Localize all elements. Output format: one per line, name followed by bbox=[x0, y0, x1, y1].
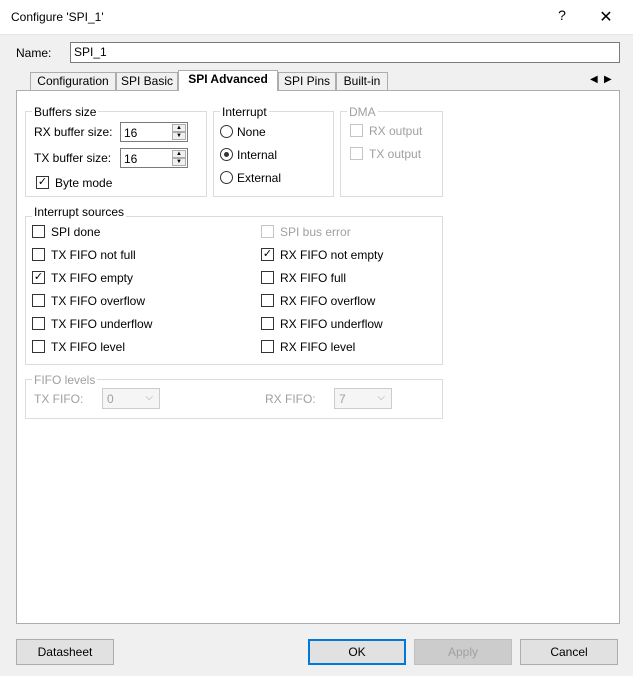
rx-buffer-value: 16 bbox=[124, 126, 138, 140]
byte-mode-checkbox[interactable]: ✓ bbox=[36, 176, 49, 189]
datasheet-button[interactable]: Datasheet bbox=[16, 639, 114, 665]
interrupt-title: Interrupt bbox=[220, 105, 269, 119]
rx-spin-up-icon[interactable]: ▲ bbox=[172, 124, 186, 132]
tx-fifo-underflow-checkbox[interactable] bbox=[32, 317, 45, 330]
interrupt-external-radio[interactable] bbox=[220, 171, 233, 184]
name-input[interactable]: SPI_1 bbox=[70, 42, 620, 63]
interrupt-none-label: None bbox=[237, 125, 266, 139]
title-bar: Configure 'SPI_1' ? ✕ bbox=[0, 0, 633, 35]
rx-fifo-level-checkbox[interactable] bbox=[261, 340, 274, 353]
interrupt-external-label: External bbox=[237, 171, 282, 185]
dma-rx-label: RX output bbox=[369, 124, 423, 138]
spi-bus-error-label: SPI bus error bbox=[280, 225, 351, 239]
rx-fifo-not-empty-checkbox[interactable]: ✓ bbox=[261, 248, 274, 261]
interrupt-sources-title: Interrupt sources bbox=[32, 205, 127, 219]
tx-fifo-level-value: 0 bbox=[107, 392, 114, 406]
tx-buffer-label: TX buffer size: bbox=[34, 151, 112, 165]
rx-buffer-label: RX buffer size: bbox=[34, 125, 113, 139]
fifo-levels-title: FIFO levels bbox=[32, 373, 98, 387]
tx-fifo-overflow-checkbox[interactable] bbox=[32, 294, 45, 307]
tx-fifo-level-checkbox[interactable] bbox=[32, 340, 45, 353]
tab-next-icon[interactable]: ▶ bbox=[604, 74, 612, 85]
tab-prev-icon[interactable]: ◀ bbox=[590, 74, 598, 85]
rx-fifo-level-label: RX FIFO level bbox=[280, 340, 356, 354]
interrupt-internal-radio[interactable] bbox=[220, 148, 233, 161]
rx-fifo-underflow-label: RX FIFO underflow bbox=[280, 317, 383, 331]
apply-button[interactable]: Apply bbox=[414, 639, 512, 665]
tx-fifo-level-select[interactable]: 0 ⌵ bbox=[102, 388, 160, 409]
ok-button[interactable]: OK bbox=[308, 639, 406, 665]
tab-configuration[interactable]: Configuration bbox=[30, 72, 116, 90]
rx-fifo-overflow-checkbox[interactable] bbox=[261, 294, 274, 307]
tx-spin-up-icon[interactable]: ▲ bbox=[172, 150, 186, 158]
tx-buffer-value: 16 bbox=[124, 152, 138, 166]
rx-fifo-level-label-combo: RX FIFO: bbox=[265, 392, 316, 406]
tx-fifo-empty-checkbox[interactable]: ✓ bbox=[32, 271, 45, 284]
rx-buffer-spinbox[interactable]: 16 ▲ ▼ bbox=[120, 122, 188, 142]
dma-rx-checkbox[interactable] bbox=[350, 124, 363, 137]
dma-tx-label: TX output bbox=[369, 147, 422, 161]
name-label: Name: bbox=[16, 46, 52, 60]
tx-fifo-overflow-label: TX FIFO overflow bbox=[51, 294, 146, 308]
tx-fifo-level-label: TX FIFO level bbox=[51, 340, 126, 354]
rx-fifo-level-select[interactable]: 7 ⌵ bbox=[334, 388, 392, 409]
tx-fifo-underflow-label: TX FIFO underflow bbox=[51, 317, 153, 331]
tab-spi-advanced[interactable]: SPI Advanced bbox=[178, 70, 278, 91]
tx-spin-down-icon[interactable]: ▼ bbox=[172, 158, 186, 166]
close-button[interactable]: ✕ bbox=[596, 7, 616, 27]
help-button[interactable]: ? bbox=[554, 7, 570, 27]
dma-tx-checkbox[interactable] bbox=[350, 147, 363, 160]
rx-fifo-full-checkbox[interactable] bbox=[261, 271, 274, 284]
tx-fifo-level-label-combo: TX FIFO: bbox=[34, 392, 84, 406]
tab-spi-basic[interactable]: SPI Basic bbox=[116, 72, 178, 90]
rx-fifo-overflow-label: RX FIFO overflow bbox=[280, 294, 376, 308]
chevron-down-icon: ⌵ bbox=[377, 392, 385, 403]
buffers-title: Buffers size bbox=[32, 105, 99, 119]
window-title: Configure 'SPI_1' bbox=[11, 10, 104, 24]
tx-fifo-not-full-checkbox[interactable] bbox=[32, 248, 45, 261]
tab-built-in[interactable]: Built-in bbox=[336, 72, 388, 90]
tab-spi-pins[interactable]: SPI Pins bbox=[278, 72, 336, 90]
tab-panel: Buffers size RX buffer size: 16 ▲ ▼ TX bu… bbox=[16, 90, 620, 624]
configure-dialog: Configure 'SPI_1' ? ✕ Name: SPI_1 Config… bbox=[0, 0, 633, 676]
tx-fifo-empty-label: TX FIFO empty bbox=[51, 271, 134, 285]
rx-fifo-underflow-checkbox[interactable] bbox=[261, 317, 274, 330]
spi-bus-error-checkbox[interactable] bbox=[261, 225, 274, 238]
chevron-down-icon: ⌵ bbox=[145, 392, 153, 403]
cancel-button[interactable]: Cancel bbox=[520, 639, 618, 665]
rx-fifo-full-label: RX FIFO full bbox=[280, 271, 347, 285]
interrupt-internal-label: Internal bbox=[237, 148, 278, 162]
rx-fifo-level-value: 7 bbox=[339, 392, 346, 406]
spi-done-checkbox[interactable] bbox=[32, 225, 45, 238]
dma-title: DMA bbox=[347, 105, 378, 119]
interrupt-none-radio[interactable] bbox=[220, 125, 233, 138]
tx-fifo-not-full-label: TX FIFO not full bbox=[51, 248, 136, 262]
byte-mode-label: Byte mode bbox=[55, 176, 113, 190]
tx-buffer-spinbox[interactable]: 16 ▲ ▼ bbox=[120, 148, 188, 168]
rx-fifo-not-empty-label: RX FIFO not empty bbox=[280, 248, 384, 262]
rx-spin-down-icon[interactable]: ▼ bbox=[172, 132, 186, 140]
spi-done-label: SPI done bbox=[51, 225, 101, 239]
